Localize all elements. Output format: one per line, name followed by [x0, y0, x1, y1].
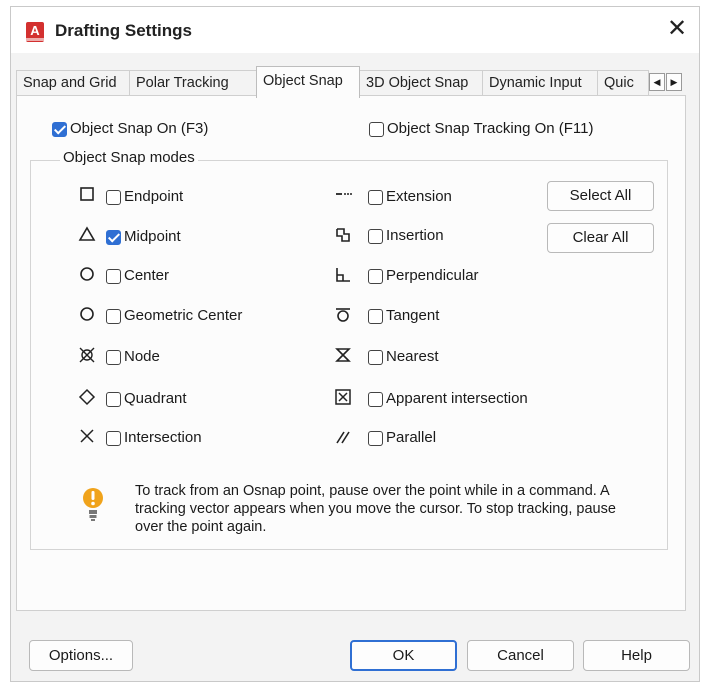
checkbox-label: Parallel	[386, 429, 437, 447]
checkbox-unchecked[interactable]	[106, 349, 121, 365]
tab-scroll-right-icon[interactable]: ▶	[666, 73, 682, 91]
tab-3d-object-snap[interactable]: 3D Object Snap	[359, 70, 483, 96]
node-icon	[76, 346, 98, 368]
checkbox-label: Object Snap Tracking On (F11)	[387, 120, 594, 138]
triangle-icon	[76, 226, 98, 248]
tangent-icon	[332, 306, 354, 328]
tab-snap-and-grid[interactable]: Snap and Grid	[16, 70, 130, 96]
checkbox-label: Nearest	[386, 348, 439, 366]
checkbox-unchecked[interactable]	[106, 268, 121, 284]
perpendicular-icon	[332, 266, 354, 288]
tracking-help-text: To track from an Osnap point, pause over…	[135, 483, 616, 535]
checkbox-label: Intersection	[124, 429, 202, 447]
mode-quadrant-checkbox[interactable]: Quadrant	[106, 389, 187, 409]
checkbox-checked[interactable]	[106, 229, 121, 245]
checkbox-label: Apparent intersection	[386, 390, 528, 408]
checkbox-unchecked[interactable]	[106, 430, 121, 446]
object-snap-tracking-checkbox[interactable]: Object Snap Tracking On (F11)	[369, 119, 593, 139]
lightbulb-info-icon	[82, 486, 104, 526]
object-snap-on-checkbox[interactable]: Object Snap On (F3)	[52, 119, 208, 139]
mode-midpoint-checkbox[interactable]: Midpoint	[106, 227, 181, 247]
checkbox-label: Extension	[386, 188, 452, 206]
checkbox-label: Insertion	[386, 227, 444, 245]
extension-icon	[332, 186, 354, 208]
checkbox-label: Object Snap On (F3)	[70, 120, 209, 138]
parallel-icon	[332, 428, 354, 450]
mode-nearest-checkbox[interactable]: Nearest	[368, 347, 439, 367]
insertion-icon	[332, 226, 354, 248]
tab-scroll-left-icon[interactable]: ◀	[649, 73, 665, 91]
checkbox-label: Center	[124, 267, 170, 285]
select-all-button[interactable]: Select All	[547, 181, 654, 211]
mode-geometric-center-checkbox[interactable]: Geometric Center	[106, 306, 242, 326]
nearest-icon	[332, 346, 354, 368]
checkbox-unchecked[interactable]	[368, 391, 383, 407]
checkbox-unchecked[interactable]	[368, 430, 383, 446]
checkbox-label: Quadrant	[124, 390, 187, 408]
checkbox-label: Tangent	[386, 307, 440, 325]
checkbox-unchecked[interactable]	[369, 121, 384, 137]
mode-endpoint-checkbox[interactable]: Endpoint	[106, 187, 183, 207]
ok-button[interactable]: OK	[350, 640, 457, 671]
apparent-intersection-icon	[332, 388, 354, 410]
checkbox-unchecked[interactable]	[368, 189, 383, 205]
group-title: Object Snap modes	[60, 149, 198, 166]
help-button[interactable]: Help	[583, 640, 690, 671]
mode-extension-checkbox[interactable]: Extension	[368, 187, 452, 207]
checkbox-unchecked[interactable]	[106, 189, 121, 205]
checkbox-label: Midpoint	[124, 228, 181, 246]
checkbox-unchecked[interactable]	[106, 391, 121, 407]
mode-intersection-checkbox[interactable]: Intersection	[106, 428, 202, 448]
options-button[interactable]: Options...	[29, 640, 133, 671]
mode-insertion-checkbox[interactable]: Insertion	[368, 226, 444, 246]
checkbox-unchecked[interactable]	[368, 228, 383, 244]
square-icon	[76, 186, 98, 208]
checkbox-label: Node	[124, 348, 160, 366]
checkbox-unchecked[interactable]	[368, 268, 383, 284]
checkbox-label: Endpoint	[124, 188, 184, 206]
title-bar: A Drafting Settings ✕	[11, 7, 699, 53]
checkbox-unchecked[interactable]	[106, 308, 121, 324]
checkbox-checked[interactable]	[52, 121, 67, 137]
checkbox-label: Perpendicular	[386, 267, 479, 285]
checkbox-label: Geometric Center	[124, 307, 243, 325]
mode-apparent-intersection-checkbox[interactable]: Apparent intersection	[368, 389, 528, 409]
autocad-app-icon: A	[26, 22, 44, 42]
diamond-icon	[76, 388, 98, 410]
close-icon[interactable]: ✕	[663, 15, 691, 43]
circle-icon	[76, 306, 98, 328]
tab-polar-tracking[interactable]: Polar Tracking	[129, 70, 257, 96]
circle-icon	[76, 266, 98, 288]
checkbox-unchecked[interactable]	[368, 349, 383, 365]
mode-center-checkbox[interactable]: Center	[106, 266, 169, 286]
checkbox-unchecked[interactable]	[368, 308, 383, 324]
window-title: Drafting Settings	[55, 21, 192, 40]
x-icon	[76, 428, 98, 450]
cancel-button[interactable]: Cancel	[467, 640, 574, 671]
tab-dynamic-input[interactable]: Dynamic Input	[482, 70, 598, 96]
mode-tangent-checkbox[interactable]: Tangent	[368, 306, 439, 326]
tab-strip: Snap and Grid Polar Tracking Object Snap…	[16, 66, 686, 98]
tab-object-snap[interactable]: Object Snap	[256, 66, 360, 98]
mode-parallel-checkbox[interactable]: Parallel	[368, 428, 436, 448]
mode-node-checkbox[interactable]: Node	[106, 347, 160, 367]
clear-all-button[interactable]: Clear All	[547, 223, 654, 253]
mode-perpendicular-checkbox[interactable]: Perpendicular	[368, 266, 479, 286]
tab-quick-properties[interactable]: Quic	[597, 70, 649, 96]
